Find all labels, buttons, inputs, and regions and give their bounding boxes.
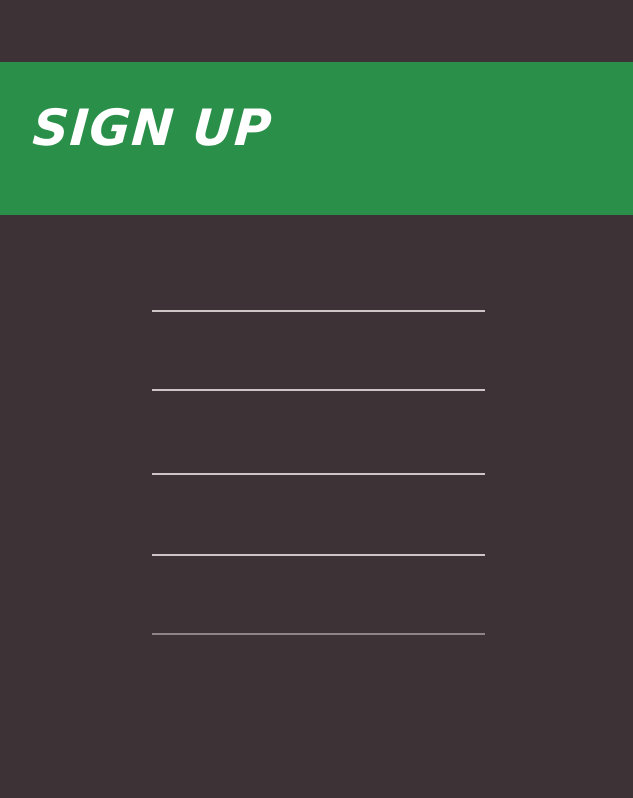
signup-screen: SIGN UP — [0, 0, 633, 798]
signup-field-5[interactable] — [152, 583, 485, 635]
signup-field-1[interactable] — [152, 260, 485, 312]
signup-field-4[interactable] — [152, 504, 485, 556]
signup-field-3[interactable] — [152, 423, 485, 475]
page-title: SIGN UP — [30, 99, 275, 157]
signup-form — [152, 240, 485, 660]
signup-field-2[interactable] — [152, 339, 485, 391]
